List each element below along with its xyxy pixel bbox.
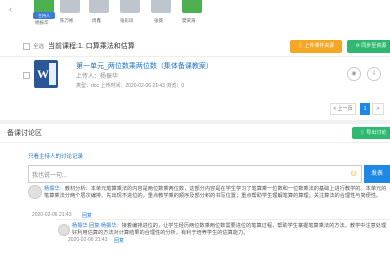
avatar[interactable] bbox=[120, 0, 140, 13]
file-title[interactable]: 第一单元_两位数乘两位数（集体备课教案） bbox=[76, 61, 213, 71]
send-button[interactable]: 发表 bbox=[364, 165, 390, 183]
file-item: W 第一单元_两位数乘两位数（集体备课教案） 上传人：杨振华 类型：doc 上传… bbox=[0, 57, 390, 95]
reply-user[interactable]: 杨振华 回复 杨振华： bbox=[72, 223, 122, 229]
next-page-button[interactable]: > bbox=[372, 103, 384, 115]
file-meta: 类型：doc 上传时间：2020-02-06 21:43 浏览：0 bbox=[76, 83, 185, 89]
current-course: 当前课程:1. 口算乘法和估算 bbox=[48, 43, 135, 50]
avatar[interactable] bbox=[182, 0, 202, 13]
file-checkbox[interactable] bbox=[23, 72, 30, 79]
participant-name: 张彩凤 bbox=[120, 18, 134, 23]
reply-link[interactable]: 回复 bbox=[82, 212, 92, 219]
avatar[interactable] bbox=[60, 0, 80, 13]
reply-time: 2020-02-06 21:43 bbox=[68, 237, 108, 243]
sync-resource-button[interactable]: ⟳ 同步至资源 bbox=[347, 40, 390, 53]
comment-body: 教材分析：本单元笔算乘法的内容是两位数乘两位数，这部分内容是在学生学习了笔算乘一… bbox=[44, 186, 387, 199]
commenter-avatar bbox=[28, 185, 42, 199]
word-doc-icon: W bbox=[34, 60, 58, 88]
participant-name: 陈万彬 bbox=[60, 18, 74, 23]
preview-eye-icon[interactable]: ◉ bbox=[347, 67, 361, 81]
pagination: < 上一页 1 > bbox=[0, 103, 390, 115]
prev-page-button[interactable]: < 上一页 bbox=[330, 103, 356, 115]
reply-reply-link[interactable]: 回复 bbox=[114, 237, 124, 244]
discussion-title: 备课讨论区 bbox=[7, 130, 42, 137]
participant-name: 张薇 bbox=[154, 18, 163, 23]
page-1-button[interactable]: 1 bbox=[360, 103, 370, 115]
avatar[interactable] bbox=[151, 0, 171, 13]
upload-resource-button[interactable]: ⇧ 上传课件资源 bbox=[290, 40, 342, 53]
discussion-header: 备课讨论区 ⇧ 导出讨论 bbox=[0, 124, 390, 143]
course-header: 全选 当前课程:1. 口算乘法和估算 ⇧ 上传课件资源 ⟳ 同步至资源 bbox=[0, 38, 390, 57]
main-panel: 主持人 杨振华 陈万彬 周鑫 张彩凤 张薇 樊荣海 ‹ 全选 当前课程:1. 口… bbox=[0, 0, 390, 260]
download-icon[interactable]: ⇩ bbox=[367, 67, 381, 81]
comment-user[interactable]: 杨振华： bbox=[44, 186, 65, 192]
reply-text: 杨振华 回复 杨振华：接着编排进位的，让学生经历两位数乘两位数需要进位的笔算过程… bbox=[72, 223, 390, 237]
avatar[interactable] bbox=[89, 0, 109, 13]
participant-name: 杨振华 bbox=[35, 20, 49, 25]
participant-name: 周鑫 bbox=[92, 18, 101, 23]
reply-item: 杨振华 回复 杨振华：接着编排进位的，让学生经历两位数乘两位数需要进位的笔算过程… bbox=[56, 219, 390, 248]
replier-avatar bbox=[58, 224, 70, 236]
scroll-left-icon[interactable]: ‹ bbox=[9, 4, 12, 14]
export-discussion-button[interactable]: ⇧ 导出讨论 bbox=[352, 127, 390, 139]
view-host-only-link[interactable]: 只看主持人的讨论记录 bbox=[28, 152, 83, 160]
file-uploader: 上传人：杨振华 bbox=[76, 74, 119, 80]
select-all-label: 全选 bbox=[33, 44, 45, 50]
participant-name: 樊荣海 bbox=[182, 18, 196, 23]
host-badge: 主持人 bbox=[33, 12, 55, 19]
comment-input[interactable]: 我也说一句... ☺ bbox=[28, 165, 362, 183]
select-all-checkbox[interactable] bbox=[23, 43, 30, 50]
comment-placeholder: 我也说一句... bbox=[32, 173, 68, 179]
smiley-icon[interactable]: ☺ bbox=[349, 168, 358, 178]
comment-text: 杨振华：教材分析：本单元笔算乘法的内容是两位数乘两位数，这部分内容是在学生学习了… bbox=[44, 186, 390, 200]
comment-time: 2020-02-06 21:43 bbox=[32, 212, 72, 218]
participants-row: 主持人 杨振华 陈万彬 周鑫 张彩凤 张薇 樊荣海 bbox=[0, 0, 390, 30]
